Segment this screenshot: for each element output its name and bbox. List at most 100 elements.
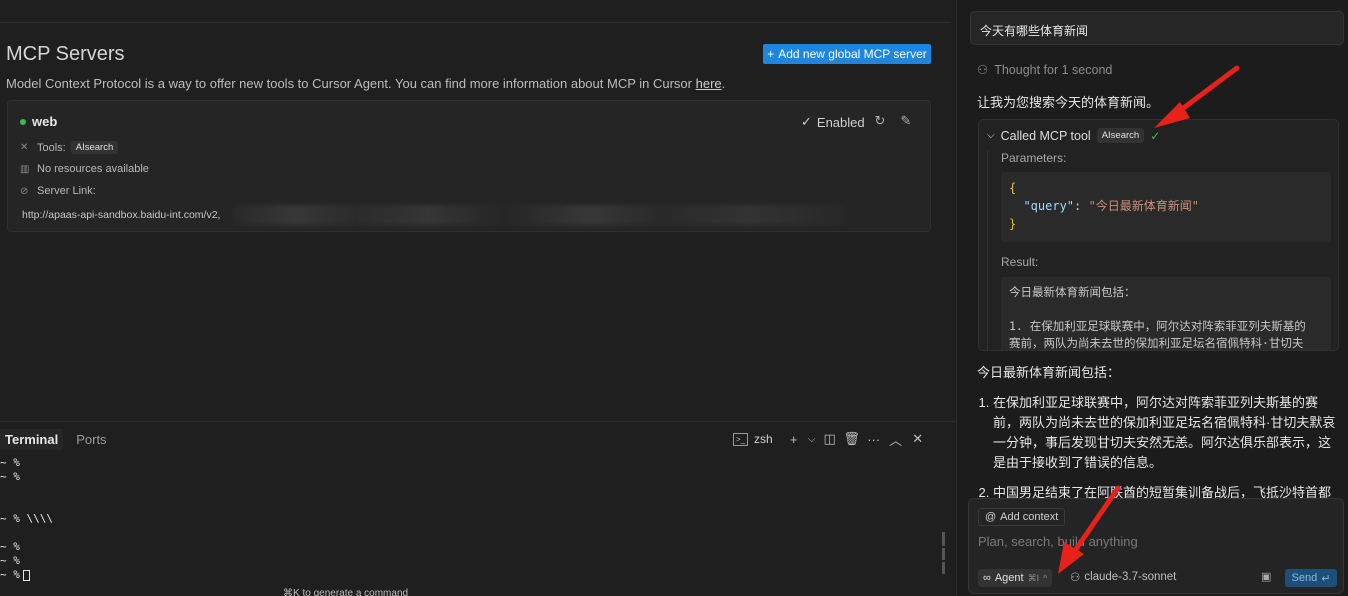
result-content: 今日最新体育新闻包括： 1. 在保加利亚足球联赛中，阿尔达对阵索菲亚列夫斯基的 … [1001,277,1331,350]
mode-label: Agent [994,572,1024,584]
wrench-icon: ✕ [20,142,29,153]
user-message[interactable]: 今天有哪些体育新闻 [970,11,1344,45]
scrollbar-mark [942,532,945,546]
tools-row: ✕ Tools: AIsearch [20,141,119,154]
edit-icon[interactable]: ✎ [898,113,914,129]
add-mcp-server-button[interactable]: + Add new global MCP server [763,44,931,64]
json-brace: { [1009,181,1017,195]
add-context-button[interactable]: @ Add context [978,508,1066,526]
close-panel-icon[interactable]: ✕ [907,430,929,448]
assistant-intro: 让我为您搜索今天的体育新闻。 [977,95,1160,110]
check-icon: ✓ [1150,128,1161,143]
list-item: 在保加利亚足球联赛中，阿尔达对阵索菲亚列夫斯基的赛前，两队为尚未去世的保加利亚足… [993,393,1337,473]
resources-text: No resources available [37,163,149,175]
terminal-line: ~ % [0,554,20,567]
infinity-icon: ∞ [983,572,991,584]
model-label: claude-3.7-sonnet [1084,571,1177,583]
server-title: web [20,114,57,129]
parameters-code: { "query": "今日最新体育新闻" } [1001,172,1331,242]
send-button[interactable]: Send ↵ [1285,569,1337,587]
settings-panel: MCP Servers + Add new global MCP server … [0,0,956,596]
chevron-down-icon[interactable]: ⌵ [805,430,819,448]
thought-indicator[interactable]: ⚇ Thought for 1 second [977,62,1113,78]
terminal-toolbar: >_ zsh + ⌵ ◫ 🗑 ··· ︿ ✕ [733,430,929,448]
add-context-label: Add context [1000,511,1059,523]
tool-call-card: ⌵ Called MCP tool AIsearch ✓ Parameters:… [978,119,1339,351]
result-line: 赛前，两队为尚未去世的保加利亚足坛名宿佩特科·甘切夫 [1009,336,1304,350]
tools-label: Tools: [37,141,66,154]
page-title: MCP Servers [6,43,125,65]
terminal-output[interactable]: ~ % ~ % ~ % \\\\ ~ % ~ % ~ % [0,456,53,582]
refresh-icon[interactable]: ↻ [872,113,888,129]
status-dot [20,118,26,125]
tab-ports[interactable]: Ports [71,429,111,450]
model-selector[interactable]: ⚇ claude-3.7-sonnet [1070,570,1176,584]
enabled-label: Enabled [816,114,865,130]
maximize-panel-icon[interactable]: ︿ [885,430,907,448]
brain-icon: ⚇ [977,63,989,77]
result-line [1009,301,1323,318]
divider [0,22,950,23]
parameters-label: Parameters: [1001,151,1067,165]
server-link-row: ⊘ Server Link: [20,185,96,197]
mcp-description: Model Context Protocol is a way to offer… [6,76,725,91]
tool-tag: AIsearch [70,141,119,154]
server-enabled-toggle[interactable]: ✓ Enabled [801,114,865,130]
chat-input[interactable]: Plan, search, build anything [978,534,1138,549]
tool-tag: AIsearch [1096,128,1145,143]
tab-terminal[interactable]: Terminal [0,428,64,450]
result-label: Result: [1001,255,1039,269]
server-name: web [32,114,58,129]
terminal-line: ~ % [0,456,20,469]
resources-row: ▥ No resources available [20,163,149,175]
chat-panel: 今天有哪些体育新闻 ⚇ Thought for 1 second 让我为您搜索今… [956,0,1348,596]
chat-input-box: @ Add context Plan, search, build anythi… [968,498,1344,594]
answer-heading: 今日最新体育新闻包括： [977,365,1121,380]
mode-shortcut: ⌘I [1027,572,1040,583]
trash-icon[interactable]: 🗑 [841,430,863,448]
redacted-region [234,205,846,225]
result-line: 今日最新体育新闻包括： [1009,285,1136,299]
link-icon: ⊘ [20,185,29,197]
description-text: Model Context Protocol is a way to offer… [6,76,696,91]
terminal-prompt-line: ~ % [0,568,53,582]
more-icon[interactable]: ··· [863,430,885,448]
enter-icon: ↵ [1321,572,1331,585]
scrollbar-mark [942,562,945,574]
json-key: "query" [1023,199,1075,213]
library-icon: ▥ [20,163,30,175]
mode-selector[interactable]: ∞ Agent ⌘I ^ [978,569,1053,587]
json-value: "今日最新体育新闻" [1088,199,1199,213]
model-icon: ⚇ [1070,572,1081,584]
here-link[interactable]: here [696,76,722,91]
terminal-tabs: Terminal Ports [0,428,112,450]
image-icon[interactable]: ▣ [1261,570,1271,583]
at-icon: @ [985,511,997,523]
shell-label[interactable]: zsh [754,432,773,446]
chevron-down-icon: ⌵ [987,130,995,141]
terminal-hint: ⌘K to generate a command [283,588,409,596]
result-line: 1. 在保加利亚足球联赛中，阿尔达对阵索菲亚列夫斯基的 [1009,319,1306,333]
terminal-prompt: ~ % [0,568,20,581]
send-label: Send [1291,572,1318,584]
terminal-icon: >_ [733,432,748,446]
tool-call-header[interactable]: ⌵ Called MCP tool AIsearch ✓ [987,128,1160,143]
tree-line [987,150,988,350]
add-mcp-server-label: Add new global MCP server [778,47,927,61]
check-icon: ✓ [801,114,812,129]
terminal-line: ~ % [0,540,20,553]
chevron-up-icon: ^ [1043,573,1048,583]
server-card: web ✓ Enabled ↻ ✎ ✕ Tools: AIsearch ▥ No… [7,100,931,232]
split-terminal-icon[interactable]: ◫ [819,430,841,448]
server-link-label: Server Link: [37,185,96,197]
terminal-cursor [22,569,30,581]
new-terminal-icon[interactable]: + [783,430,805,448]
plus-icon: + [767,47,775,61]
tool-call-label: Called MCP tool [1000,128,1091,143]
scrollbar-mark [942,548,945,560]
terminal-line: ~ % [0,470,20,483]
thought-label: Thought for 1 second [994,62,1113,77]
